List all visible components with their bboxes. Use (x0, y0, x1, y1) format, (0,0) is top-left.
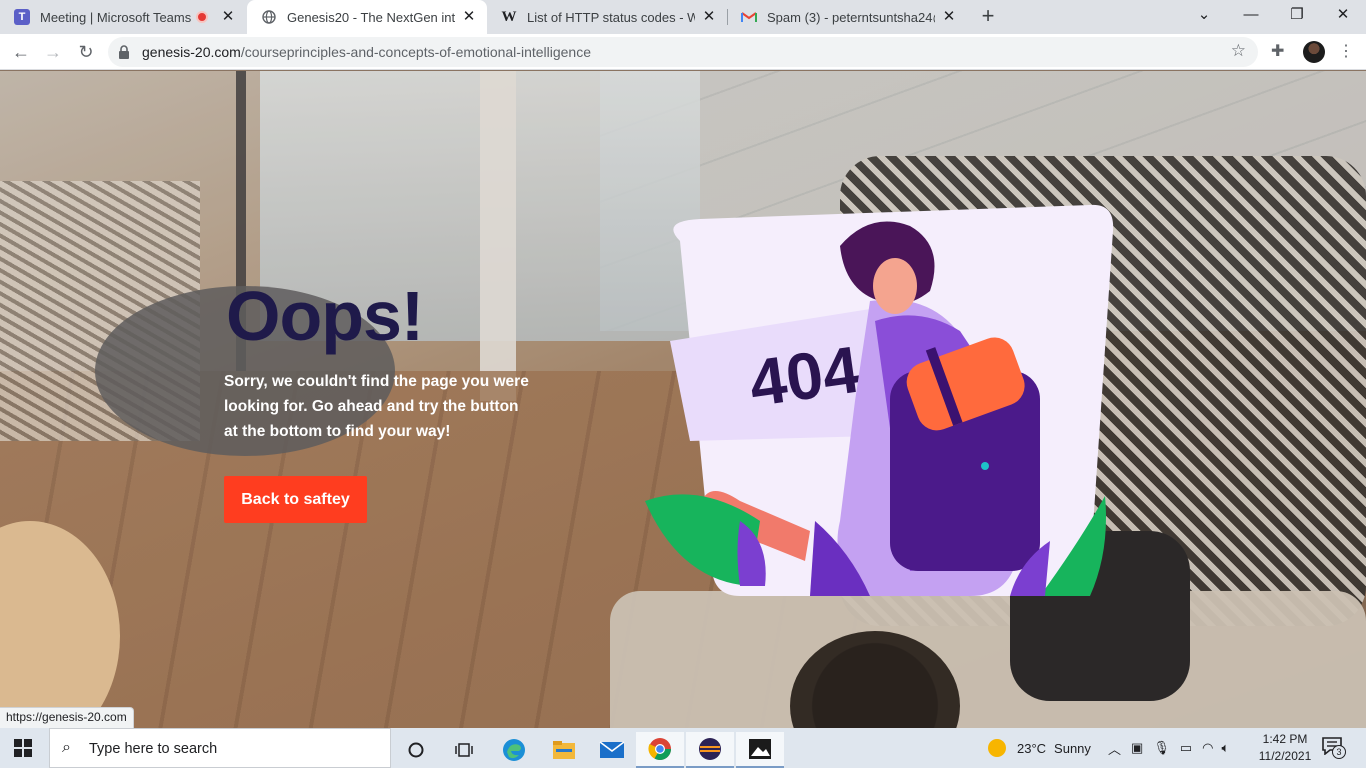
search-icon: ⌕ (62, 739, 71, 756)
system-clock[interactable]: 1:42 PM 11/2/2021 (1257, 731, 1313, 765)
back-arrow-icon[interactable]: ← (9, 40, 33, 64)
file-explorer-icon[interactable] (540, 732, 588, 768)
mail-icon[interactable] (588, 732, 636, 768)
show-hidden-icons-chevron-icon[interactable]: ︿ (1108, 739, 1121, 758)
wikipedia-icon: W (501, 8, 517, 25)
close-icon[interactable]: ✕ (461, 9, 477, 25)
lock-icon (119, 45, 129, 59)
tab-genesis20[interactable]: Genesis20 - The NextGen interac ✕ (247, 0, 487, 34)
link-status-tooltip: https://genesis-20.com (0, 707, 134, 728)
volume-icon[interactable]: 🔈︎ (1221, 740, 1229, 756)
battery-icon[interactable]: ▭ (1180, 740, 1192, 756)
notification-center-icon[interactable]: 3 (1322, 737, 1346, 759)
clock-date: 11/2/2021 (1258, 749, 1312, 763)
restore-button[interactable]: ❐ (1274, 0, 1320, 30)
photos-icon[interactable] (736, 732, 784, 768)
forward-arrow-icon[interactable]: → (41, 40, 65, 64)
404-illustration: 404 (645, 204, 1114, 596)
camera-icon[interactable]: ▣ (1131, 740, 1143, 756)
back-to-safety-button[interactable]: Back to saftey (224, 476, 367, 523)
cortana-icon[interactable] (392, 732, 440, 768)
wifi-icon[interactable]: ◠ (1202, 740, 1213, 756)
new-tab-button[interactable]: + (976, 5, 1000, 29)
gmail-icon (741, 9, 757, 25)
system-tray: ︿ ▣ 🎙︎ ▭ ◠ 🔈︎ (1108, 728, 1229, 768)
browser-toolbar: ← → ↻ genesis-20.com/courseprinciples-an… (0, 34, 1366, 70)
extensions-puzzle-icon[interactable]: ✚ (1271, 41, 1284, 61)
tab-gmail-spam[interactable]: Spam (3) - peterntsuntsha24@gm ✕ (727, 0, 967, 34)
tab-title: Meeting | Microsoft Teams (40, 9, 192, 25)
task-view-icon[interactable] (440, 732, 488, 768)
url-host: genesis-20.com (142, 44, 241, 60)
globe-icon (261, 9, 277, 25)
recording-icon (196, 11, 208, 23)
url-text: genesis-20.com/courseprinciples-and-conc… (142, 44, 591, 60)
error-heading: Oops! (226, 277, 424, 355)
search-placeholder: Type here to search (89, 741, 218, 757)
tab-strip: T Meeting | Microsoft Teams ✕ Genesis20 … (0, 0, 1366, 34)
close-icon[interactable]: ✕ (701, 9, 717, 25)
weather-temperature: 23°C (1017, 740, 1047, 756)
weather-condition: Sunny (1054, 740, 1091, 756)
teams-icon: T (14, 9, 30, 25)
windows-start-icon[interactable] (14, 739, 32, 757)
close-icon[interactable]: ✕ (941, 9, 957, 25)
url-path: /courseprinciples-and-concepts-of-emotio… (240, 44, 592, 60)
notification-badge: 3 (1332, 745, 1346, 759)
chrome-taskbar-icon[interactable] (636, 732, 684, 768)
microphone-icon[interactable]: 🎙︎ (1153, 740, 1170, 756)
page-content: Oops! Sorry, we couldn't find the page y… (0, 71, 1366, 728)
close-icon[interactable]: ✕ (220, 9, 236, 25)
tab-search-button[interactable]: ⌄ (1181, 0, 1227, 30)
address-bar[interactable]: genesis-20.com/courseprinciples-and-conc… (108, 37, 1258, 67)
sun-icon (988, 739, 1006, 757)
tab-title: Spam (3) - peterntsuntsha24@gm (767, 9, 935, 25)
bookmark-star-icon[interactable]: ☆ (1231, 41, 1246, 61)
clock-time: 1:42 PM (1262, 732, 1308, 746)
edge-browser-icon[interactable] (490, 732, 538, 768)
profile-avatar[interactable] (1303, 41, 1325, 63)
eclipse-ide-icon[interactable] (686, 732, 734, 768)
reload-icon[interactable]: ↻ (74, 40, 98, 64)
tab-title: Genesis20 - The NextGen interac (287, 9, 455, 25)
minimize-button[interactable]: — (1228, 0, 1274, 30)
close-window-button[interactable]: ✕ (1320, 0, 1366, 30)
404-text: 404 (745, 332, 865, 421)
windows-taskbar: ⌕ Type here to search 23°C Sunny ︿ ▣ 🎙︎ … (0, 728, 1366, 768)
taskbar-search-box[interactable]: ⌕ Type here to search (49, 728, 391, 768)
more-menu-icon[interactable]: ⋮ (1338, 40, 1354, 64)
tab-title: List of HTTP status codes - Wikip (527, 9, 695, 25)
error-description: Sorry, we couldn't find the page you wer… (224, 373, 529, 440)
weather-widget[interactable]: 23°C Sunny (988, 728, 1091, 768)
tab-wikipedia[interactable]: W List of HTTP status codes - Wikip ✕ (487, 0, 727, 34)
tab-teams-meeting[interactable]: T Meeting | Microsoft Teams ✕ (0, 0, 246, 34)
